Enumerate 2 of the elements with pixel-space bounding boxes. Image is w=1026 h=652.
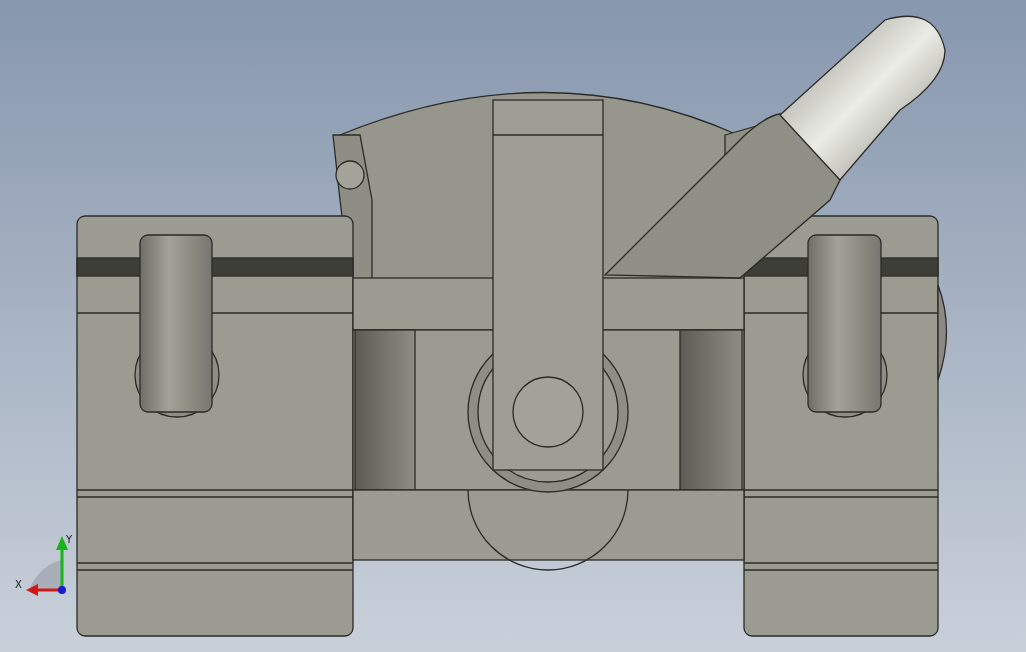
x-axis-label: X <box>15 579 22 590</box>
y-axis-label: Y <box>66 534 73 545</box>
